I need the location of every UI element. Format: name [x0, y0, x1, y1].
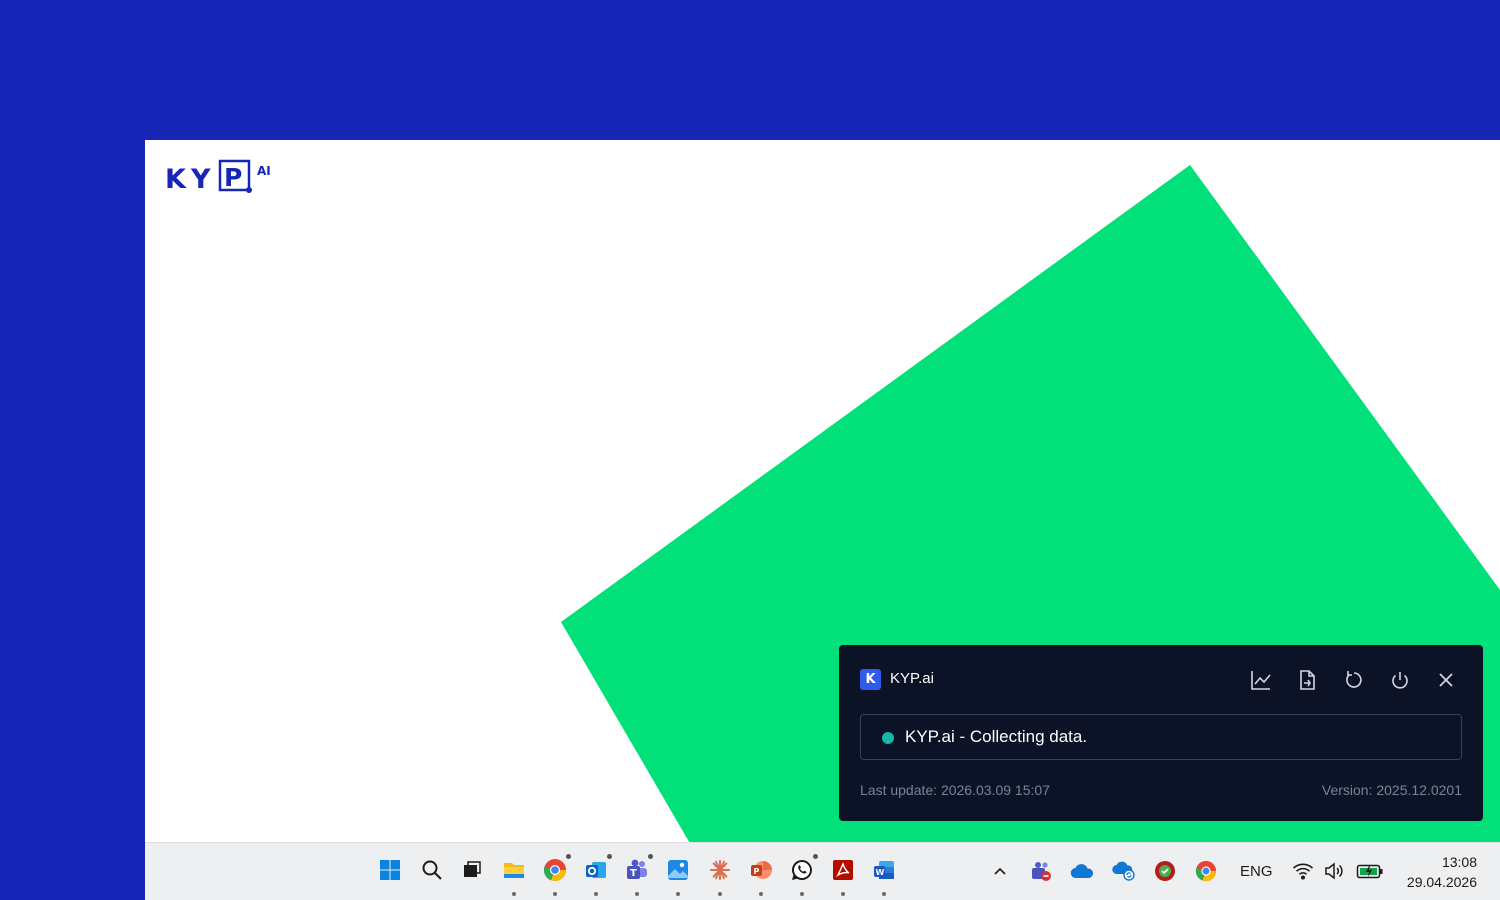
onedrive-icon: [1070, 864, 1094, 879]
document-icon: [1300, 670, 1315, 690]
chrome-tray-icon: [1195, 860, 1217, 882]
version-text: Version: 2025.12.0201: [1321, 782, 1462, 798]
taskbar-app-whatsapp[interactable]: [787, 854, 818, 896]
taskbar-app-outlook[interactable]: [581, 854, 612, 896]
tray-chrome[interactable]: [1194, 859, 1218, 883]
tray-antivirus[interactable]: [1153, 859, 1177, 883]
running-indicator: [718, 892, 722, 896]
chart-icon: [1251, 671, 1271, 690]
kyp-app-icon: K: [860, 669, 881, 690]
tray-teams[interactable]: [1029, 859, 1053, 883]
running-indicator: [512, 892, 516, 896]
antivirus-icon: [1155, 861, 1175, 881]
notification-badge: [648, 854, 653, 859]
kyp-ai-logo: K Y P AI: [165, 159, 271, 195]
show-hidden-icons-button[interactable]: [988, 859, 1012, 883]
tray-onedrive[interactable]: [1070, 859, 1094, 883]
volume-button[interactable]: [1323, 859, 1347, 883]
logs-button[interactable]: [1294, 667, 1320, 693]
powerpoint-icon: P: [751, 861, 772, 879]
popup-title: KYP.ai: [890, 670, 934, 687]
start-icon: [380, 860, 400, 880]
taskbar-app-acrobat[interactable]: [828, 855, 858, 896]
claude-icon: [710, 860, 730, 880]
teams-tray-icon: [1032, 862, 1051, 881]
restart-button[interactable]: [1341, 667, 1367, 693]
svg-text:T: T: [630, 868, 637, 879]
status-panel: KYP.ai - Collecting data.: [860, 714, 1462, 760]
battery-icon: [1356, 864, 1383, 879]
photos-icon: [668, 860, 688, 880]
tray-onedrive-sync[interactable]: [1112, 859, 1136, 883]
notification-badge: [566, 854, 571, 859]
clock-time: 13:08: [1441, 854, 1477, 870]
taskbar-app-explorer[interactable]: [499, 855, 529, 896]
acrobat-icon: [833, 860, 853, 880]
close-icon: [1439, 673, 1453, 687]
power-icon: [1392, 672, 1408, 689]
teams-icon: T: [627, 859, 647, 879]
search-button[interactable]: [417, 855, 447, 885]
svg-text:P: P: [754, 867, 760, 876]
taskbar-app-chrome[interactable]: [540, 854, 571, 896]
search-icon: [422, 860, 442, 880]
task-view-icon: [464, 861, 481, 877]
taskbar-app-word[interactable]: W: [869, 855, 899, 896]
svg-text:P: P: [224, 163, 242, 192]
kyp-status-popup: K KYP.ai KYP.ai - Collecting data. Last …: [839, 645, 1483, 821]
running-indicator: [759, 892, 763, 896]
desktop-window: K Y P AI K KYP.ai KYP.ai - Collecting da…: [145, 140, 1500, 900]
taskbar-app-powerpoint[interactable]: P: [746, 855, 776, 896]
svg-text:Y: Y: [190, 164, 211, 195]
wifi-icon: [1292, 863, 1314, 880]
power-button[interactable]: [1387, 667, 1413, 693]
system-clock[interactable]: 13:08 29.04.2026: [1407, 852, 1477, 892]
running-indicator: [553, 892, 557, 896]
word-icon: W: [874, 861, 894, 879]
running-indicator: [841, 892, 845, 896]
language-indicator[interactable]: ENG: [1240, 863, 1273, 880]
running-indicator: [676, 892, 680, 896]
status-indicator: [882, 732, 894, 744]
notification-badge: [813, 854, 818, 859]
running-indicator: [882, 892, 886, 896]
battery-button[interactable]: [1355, 859, 1385, 883]
refresh-icon: [1346, 671, 1362, 688]
start-button[interactable]: [375, 855, 405, 885]
chrome-icon: [543, 859, 567, 882]
clock-date: 29.04.2026: [1406, 874, 1477, 890]
taskbar-app-claude[interactable]: [705, 855, 735, 896]
status-text: KYP.ai - Collecting data.: [905, 727, 1088, 746]
task-view-button[interactable]: [457, 855, 487, 885]
taskbar-app-teams[interactable]: T: [622, 854, 653, 896]
close-button[interactable]: [1433, 667, 1459, 693]
taskbar-app-photos[interactable]: [663, 855, 693, 896]
file-explorer-icon: [504, 863, 524, 878]
last-update-text: Last update: 2026.03.09 15:07: [860, 782, 1050, 798]
svg-text:AI: AI: [257, 164, 271, 178]
whatsapp-icon: [792, 860, 812, 880]
running-indicator: [800, 892, 804, 896]
outlook-icon: [586, 862, 606, 878]
chart-button[interactable]: [1248, 667, 1274, 693]
onedrive-sync-icon: [1112, 861, 1135, 881]
volume-icon: [1325, 862, 1343, 880]
running-indicator: [635, 892, 639, 896]
taskbar: T P W ENG 13:08 29.04.2026: [145, 842, 1500, 900]
svg-text:W: W: [876, 868, 885, 877]
notification-badge: [607, 854, 612, 859]
svg-text:K: K: [165, 164, 187, 195]
running-indicator: [594, 892, 598, 896]
chevron-up-icon: [994, 867, 1006, 875]
network-button[interactable]: [1291, 859, 1315, 883]
